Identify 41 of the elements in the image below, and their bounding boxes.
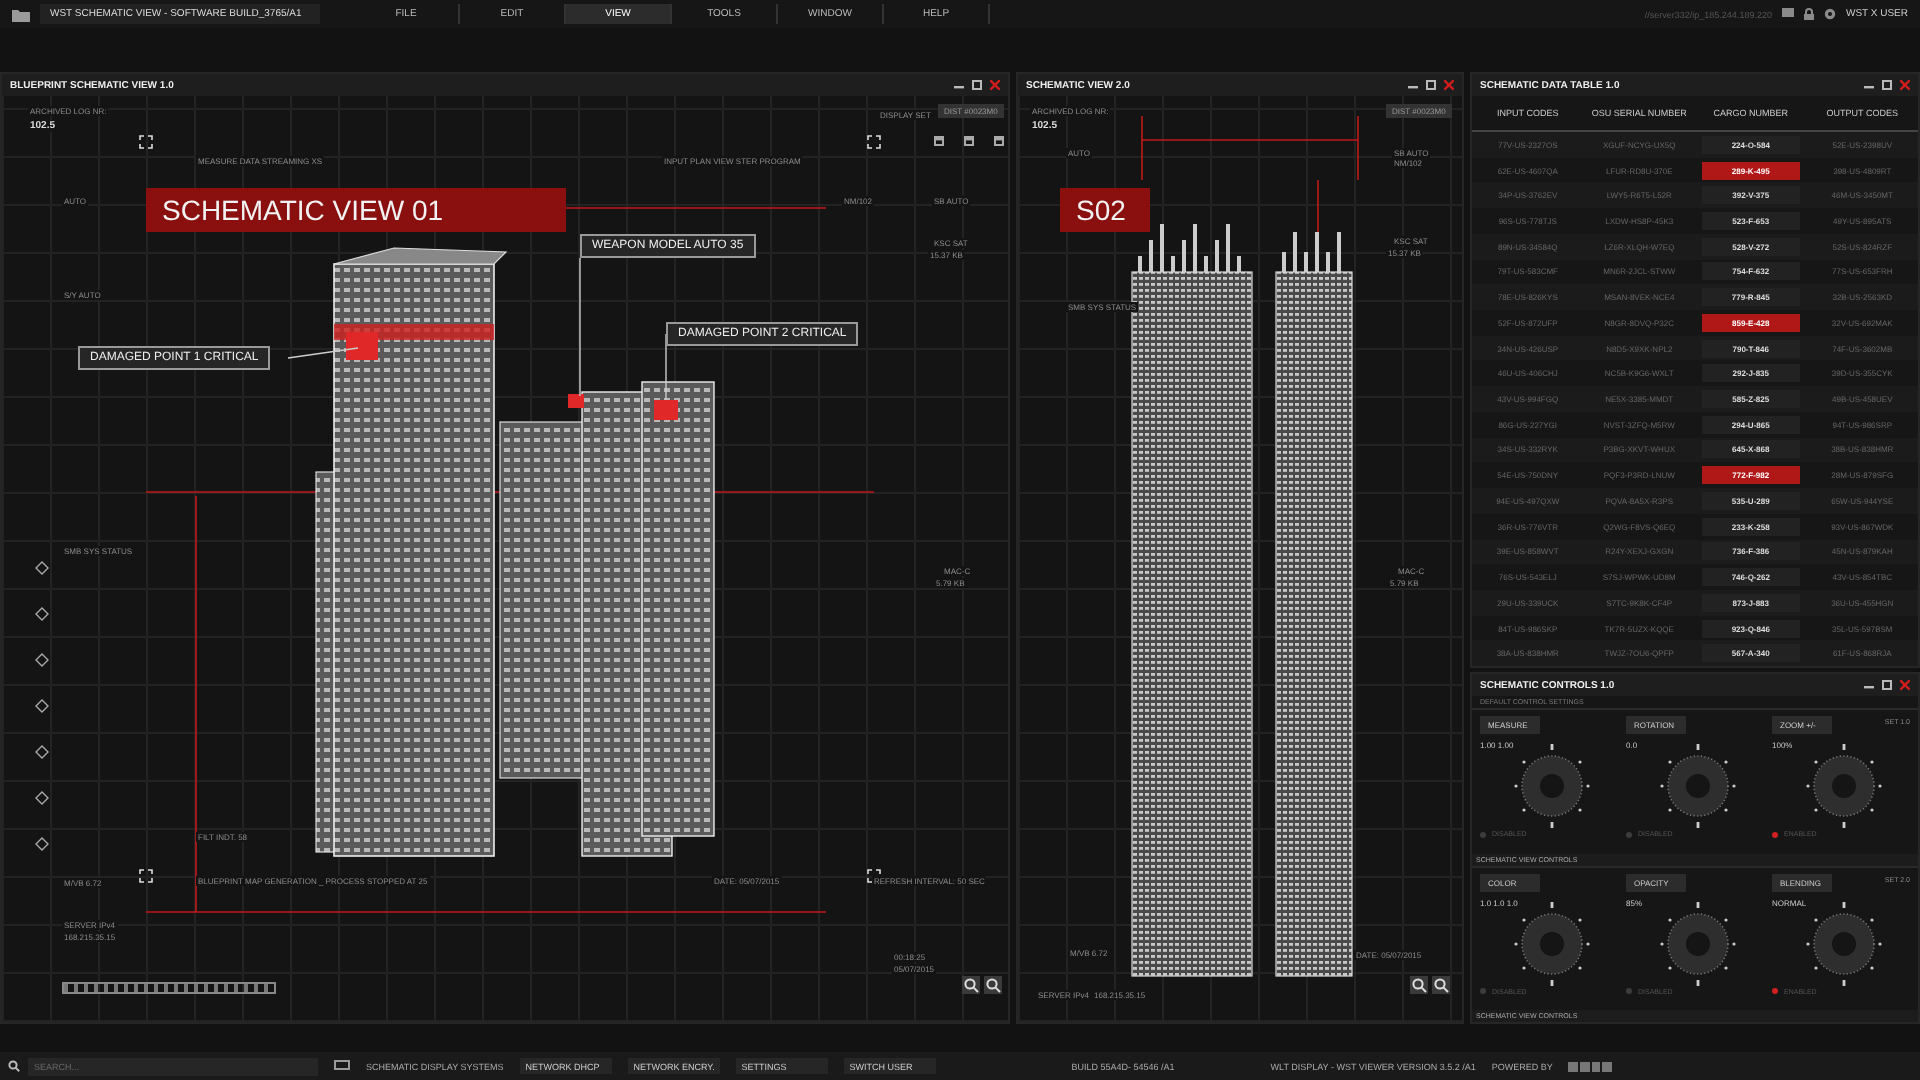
minimize-icon[interactable] [1864, 80, 1874, 90]
focus-corner-icon [139, 135, 153, 149]
minimize-icon[interactable] [1864, 680, 1874, 690]
maximize-icon[interactable] [1882, 80, 1892, 90]
diamond-icon[interactable] [35, 745, 49, 759]
close-icon[interactable] [1900, 680, 1910, 690]
minimize-icon[interactable] [954, 80, 964, 90]
small-square-icon[interactable] [964, 136, 974, 146]
zoom-in-icon[interactable] [962, 976, 980, 994]
diamond-icon[interactable] [35, 653, 49, 667]
close-icon[interactable] [990, 80, 1000, 90]
search-icon [8, 1060, 20, 1072]
zoom-out-icon[interactable] [984, 976, 1002, 994]
folder-icon[interactable] [12, 7, 30, 21]
zoom-out-icon[interactable] [1432, 976, 1450, 994]
maximize-icon[interactable] [972, 80, 982, 90]
maximize-icon[interactable] [1882, 680, 1892, 690]
zoom-in-icon[interactable] [1410, 976, 1428, 994]
lock-icon[interactable] [1803, 8, 1814, 20]
minimize-icon[interactable] [1408, 80, 1418, 90]
maximize-icon[interactable] [1426, 80, 1436, 90]
diamond-icon[interactable] [35, 607, 49, 621]
focus-corner-icon [139, 869, 153, 883]
monitor-icon [334, 1060, 350, 1072]
diamond-icon[interactable] [35, 837, 49, 851]
monitor-icon[interactable] [1781, 8, 1794, 20]
view-banner: SCHEMATIC VIEW 01 [146, 188, 566, 232]
leader-line [287, 347, 359, 359]
small-square-icon[interactable] [934, 136, 944, 146]
view-banner: S02 [1060, 188, 1150, 232]
gear-icon[interactable] [1823, 8, 1836, 20]
logo-marks-icon [1568, 1061, 1613, 1071]
leader-line [665, 333, 667, 401]
diamond-icon[interactable] [35, 561, 49, 575]
close-icon[interactable] [1900, 80, 1910, 90]
diamond-icon[interactable] [35, 699, 49, 713]
focus-corner-icon [867, 135, 881, 149]
close-icon[interactable] [1444, 80, 1454, 90]
leader-line [579, 257, 581, 397]
small-square-icon[interactable] [994, 136, 1004, 146]
diamond-icon[interactable] [35, 791, 49, 805]
